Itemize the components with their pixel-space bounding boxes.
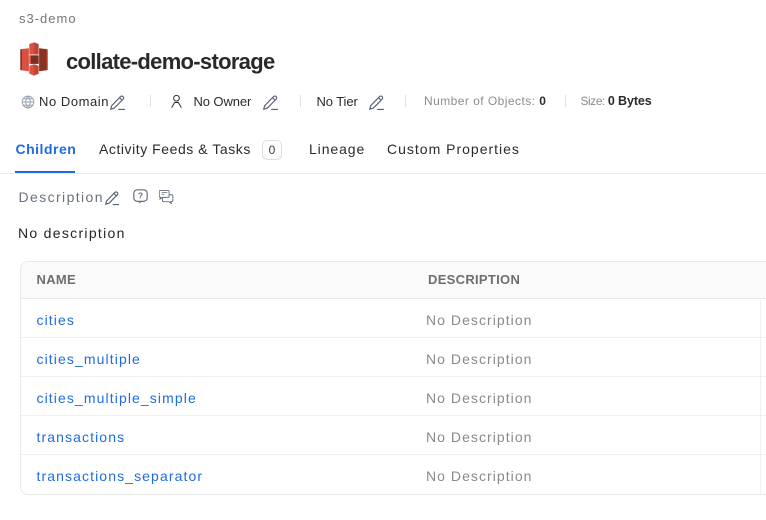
svg-text:?: ? [138, 190, 143, 200]
